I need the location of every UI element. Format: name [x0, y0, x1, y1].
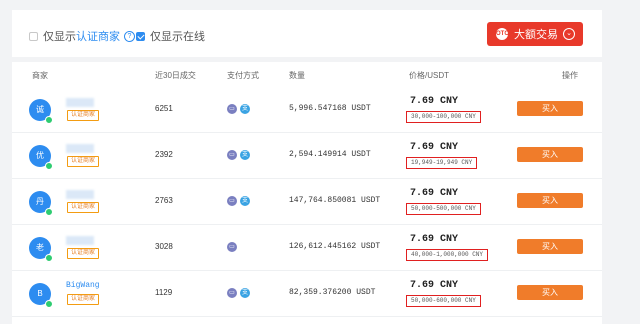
table-row: 优 认证商家 2392 ▭ 支 2,594.149914 USDT 7.69 C… — [12, 132, 602, 179]
bank-card-icon: ▭ — [227, 196, 237, 206]
buy-button[interactable]: 买入 — [517, 193, 583, 208]
deals-count: 3028 — [155, 242, 173, 251]
col-payment: 支付方式 — [227, 71, 259, 80]
online-only-checkbox[interactable] — [136, 31, 145, 41]
unit-price: 7.69 CNY — [410, 96, 459, 107]
certified-badge: 认证商家 — [67, 248, 100, 259]
payment-methods: ▭ 支 — [227, 150, 253, 160]
help-icon[interactable]: ? — [124, 30, 135, 42]
merchant-table: 商家 近30日成交 支付方式 数量 价格/USDT 操作 诚 认证商家 6251… — [12, 62, 602, 324]
certified-merchant-link[interactable]: 认证商家 — [76, 28, 120, 44]
quantity: 5,996.547168 USDT — [289, 104, 371, 113]
unit-price: 7.69 CNY — [410, 188, 459, 199]
col-quantity: 数量 — [289, 71, 305, 80]
online-only-label: 仅显示在线 — [150, 31, 205, 43]
payment-methods: ▭ — [227, 242, 240, 252]
online-status-dot — [45, 116, 53, 124]
certified-only-checkbox[interactable] — [29, 31, 38, 41]
quantity: 147,764.850081 USDT — [289, 196, 381, 205]
col-price: 价格/USDT — [409, 71, 449, 80]
unit-price: 7.69 CNY — [410, 280, 459, 291]
certified-badge: 认证商家 — [67, 202, 100, 213]
bank-card-icon: ▭ — [227, 242, 237, 252]
online-status-dot — [45, 300, 53, 308]
alipay-icon: 支 — [240, 150, 250, 160]
alipay-icon: 支 — [240, 196, 250, 206]
bank-card-icon: ▭ — [227, 150, 237, 160]
merchant-name-redacted[interactable] — [66, 190, 94, 199]
certified-only-prefix: 仅显示 — [43, 31, 76, 43]
buy-button[interactable]: 买入 — [517, 147, 583, 162]
alipay-icon: 支 — [240, 288, 250, 298]
online-status-dot — [45, 254, 53, 262]
table-row: 丹 认证商家 2763 ▭ 支 147,764.850081 USDT 7.69… — [12, 178, 602, 225]
payment-methods: ▭ 支 — [227, 104, 253, 114]
buy-button[interactable]: 买入 — [517, 285, 583, 300]
online-only-filter[interactable]: 仅显示在线 — [136, 28, 205, 44]
merchant-name[interactable]: BigWang — [66, 281, 100, 290]
trade-limit: 50,000-600,000 CNY — [406, 295, 481, 307]
bank-card-icon: ▭ — [227, 288, 237, 298]
bulk-trade-button[interactable]: OTC 大额交易 ⌄ — [487, 22, 583, 46]
deals-count: 2763 — [155, 196, 173, 205]
table-row: 老 认证商家 3028 ▭ 126,612.445162 USDT 7.69 C… — [12, 224, 602, 271]
merchant-name-redacted[interactable] — [66, 144, 94, 153]
quantity: 126,612.445162 USDT — [289, 242, 381, 251]
trade-limit: 40,000-1,000,000 CNY — [406, 249, 489, 261]
certified-badge: 认证商家 — [67, 294, 100, 305]
col-deals: 近30日成交 — [155, 71, 196, 80]
buy-button[interactable]: 买入 — [517, 239, 583, 254]
deals-count: 1129 — [155, 288, 173, 297]
alipay-icon: 支 — [240, 104, 250, 114]
quantity: 2,594.149914 USDT — [289, 150, 371, 159]
col-merchant: 商家 — [32, 71, 48, 80]
bulk-trade-icon: OTC — [496, 28, 509, 40]
online-status-dot — [45, 208, 53, 216]
payment-methods: ▭ 支 — [227, 288, 253, 298]
certified-badge: 认证商家 — [67, 110, 100, 121]
quantity: 82,359.376200 USDT — [289, 288, 376, 297]
bank-card-icon: ▭ — [227, 104, 237, 114]
table-row: B BigWang 认证商家 1129 ▭ 支 82,359.376200 US… — [12, 270, 602, 317]
filter-bar: 仅显示 认证商家 ? 仅显示在线 OTC 大额交易 ⌄ — [12, 10, 602, 57]
bulk-trade-label: 大额交易 — [514, 29, 558, 41]
buy-button[interactable]: 买入 — [517, 101, 583, 116]
merchant-name-redacted[interactable] — [66, 98, 94, 107]
certified-badge: 认证商家 — [67, 156, 100, 167]
unit-price: 7.69 CNY — [410, 234, 459, 245]
payment-methods: ▭ 支 — [227, 196, 253, 206]
online-status-dot — [45, 162, 53, 170]
certified-only-filter[interactable]: 仅显示 认证商家 ? — [29, 28, 135, 44]
merchant-name-redacted[interactable] — [66, 236, 94, 245]
trade-limit: 50,000-500,000 CNY — [406, 203, 481, 215]
col-action: 操作 — [562, 71, 578, 80]
table-row: 诚 认证商家 6251 ▭ 支 5,996.547168 USDT 7.69 C… — [12, 86, 602, 133]
deals-count: 6251 — [155, 104, 173, 113]
trade-limit: 30,000-100,000 CNY — [406, 111, 481, 123]
trade-limit: 19,949-19,949 CNY — [406, 157, 478, 169]
unit-price: 7.69 CNY — [410, 142, 459, 153]
chevron-down-icon: ⌄ — [563, 28, 575, 40]
table-header: 商家 近30日成交 支付方式 数量 价格/USDT 操作 — [12, 62, 602, 84]
deals-count: 2392 — [155, 150, 173, 159]
